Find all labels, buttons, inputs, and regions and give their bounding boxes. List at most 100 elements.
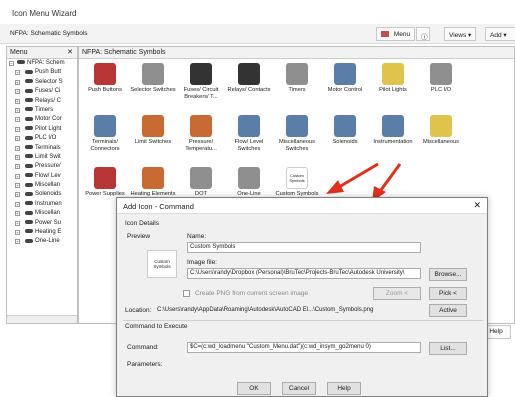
expand-icon[interactable]: + bbox=[15, 173, 20, 179]
gallery-item[interactable]: Motor Control bbox=[321, 63, 369, 113]
gallery-item[interactable]: Flow/ Level Switches bbox=[225, 115, 273, 165]
command-field[interactable]: $C=(c:wd_loadmenu "Custom_Menu.dat")(c:w… bbox=[187, 342, 421, 353]
help-dialog-button[interactable]: Help bbox=[327, 382, 361, 395]
horizontal-scrollbar[interactable] bbox=[7, 315, 77, 323]
gallery-item[interactable]: PLC I/O bbox=[417, 63, 465, 113]
tree-item[interactable]: + One-Line bbox=[7, 237, 77, 246]
tree-item[interactable]: + Push Butt bbox=[7, 68, 77, 77]
expand-icon[interactable]: + bbox=[15, 89, 20, 95]
symbol-icon bbox=[25, 126, 33, 131]
tree-item[interactable]: + Terminals bbox=[7, 144, 77, 153]
expand-icon[interactable]: − bbox=[9, 61, 14, 66]
tree-item[interactable]: + PLC I/O bbox=[7, 134, 77, 143]
symbol-icon bbox=[25, 238, 33, 243]
tree-item[interactable]: + Motor Cor bbox=[7, 115, 77, 124]
expand-icon[interactable]: + bbox=[15, 70, 20, 76]
gallery-item[interactable]: Pressure/ Temperatu... bbox=[177, 115, 225, 165]
gallery-item[interactable]: Fuses/ Circuit Breakers/ T... bbox=[177, 63, 225, 113]
gallery-item[interactable]: Relays/ Contacts bbox=[225, 63, 273, 113]
tree-item[interactable]: + Pressure/ bbox=[7, 162, 77, 171]
gallery-item[interactable]: Miscellaneous Switches bbox=[273, 115, 321, 165]
image-file-field[interactable]: C:\Users\randy\Dropbox (Personal)\BruTec… bbox=[187, 268, 421, 279]
tree-item[interactable]: + Pilot Light bbox=[7, 125, 77, 134]
expand-icon[interactable]: + bbox=[15, 183, 20, 189]
symbol-icon bbox=[382, 115, 404, 137]
active-button[interactable]: Active bbox=[429, 304, 467, 317]
icon-details-heading: Icon Details bbox=[125, 220, 159, 227]
info-button[interactable]: ⓘ bbox=[416, 27, 430, 41]
expand-icon[interactable]: + bbox=[15, 126, 20, 132]
zoom-button[interactable]: Zoom < bbox=[373, 287, 421, 300]
views-button[interactable]: Views ▾ bbox=[444, 27, 477, 41]
menu-icon bbox=[381, 31, 389, 38]
ok-button[interactable]: OK bbox=[237, 382, 271, 395]
expand-icon[interactable]: + bbox=[15, 117, 20, 123]
tree-item[interactable]: + Miscellan bbox=[7, 181, 77, 190]
gallery-item[interactable]: Timers bbox=[273, 63, 321, 113]
add-button[interactable]: Add ▾ bbox=[485, 27, 515, 41]
tree-item[interactable]: + Fuses/ Ci bbox=[7, 87, 77, 96]
symbol-icon bbox=[25, 107, 33, 112]
expand-icon[interactable]: + bbox=[15, 239, 20, 245]
tree-item[interactable]: + Solenoids bbox=[7, 190, 77, 199]
gallery-item-label: Timers bbox=[288, 87, 306, 93]
tree-item[interactable]: + Relays/ C bbox=[7, 97, 77, 106]
gallery-item[interactable]: Limit Switches bbox=[129, 115, 177, 165]
gallery-item-label: Miscellaneous bbox=[422, 139, 460, 145]
create-png-checkbox[interactable] bbox=[183, 290, 190, 297]
menu-panel-header: Menu ✕ bbox=[7, 47, 77, 59]
close-icon[interactable]: ✕ bbox=[473, 200, 481, 211]
symbol-icon bbox=[142, 167, 164, 189]
location-value: C:\Users\randy\AppData\Roaming\Autodesk\… bbox=[157, 307, 374, 313]
symbol-icon bbox=[286, 115, 308, 137]
gallery-item-label: Pilot Lights bbox=[379, 87, 407, 93]
expand-icon[interactable]: + bbox=[15, 230, 20, 236]
gallery-item[interactable]: Terminals/ Connectors bbox=[81, 115, 129, 165]
cancel-button[interactable]: Cancel bbox=[282, 382, 316, 395]
gallery-item[interactable]: Miscellaneous bbox=[417, 115, 465, 165]
browse-button[interactable]: Browse... bbox=[429, 268, 467, 281]
expand-icon[interactable]: + bbox=[15, 145, 20, 151]
tree-item[interactable]: + Miscellan bbox=[7, 209, 77, 218]
expand-icon[interactable]: + bbox=[15, 154, 20, 160]
symbol-icon bbox=[382, 63, 404, 85]
tree-item[interactable]: + Instrumen bbox=[7, 200, 77, 209]
tree-item[interactable]: + Selector S bbox=[7, 78, 77, 87]
gallery-item[interactable]: Pilot Lights bbox=[369, 63, 417, 113]
expand-icon[interactable]: + bbox=[15, 211, 20, 217]
expand-icon[interactable]: + bbox=[15, 107, 20, 113]
list-button[interactable]: List... bbox=[429, 342, 467, 355]
command-label: Command: bbox=[127, 344, 159, 351]
symbol-icon bbox=[238, 63, 260, 85]
tree-item[interactable]: + Power Su bbox=[7, 219, 77, 228]
symbol-icon bbox=[334, 63, 356, 85]
expand-icon[interactable]: + bbox=[15, 136, 20, 142]
symbol-icon bbox=[25, 191, 33, 196]
tree-item[interactable]: + Timers bbox=[7, 106, 77, 115]
tree-item[interactable]: + Heating E bbox=[7, 228, 77, 237]
gallery-item[interactable]: Push Buttons bbox=[81, 63, 129, 113]
symbol-icon bbox=[334, 115, 356, 137]
gallery-item-label: Instrumentation bbox=[373, 139, 413, 145]
menu-button[interactable]: Menu bbox=[376, 27, 416, 41]
expand-icon[interactable]: + bbox=[15, 79, 20, 85]
gallery-header: NFPA: Schematic Symbols bbox=[79, 47, 514, 59]
expand-icon[interactable]: + bbox=[15, 220, 20, 226]
name-field[interactable]: Custom Symbols bbox=[187, 242, 421, 253]
preview-label: Preview bbox=[127, 233, 151, 240]
symbol-icon bbox=[25, 201, 33, 206]
expand-icon[interactable]: + bbox=[15, 98, 20, 104]
symbol-icon bbox=[238, 167, 260, 189]
close-icon[interactable]: ✕ bbox=[67, 48, 73, 56]
location-label: Location: bbox=[125, 307, 152, 314]
tree-item[interactable]: + Flow/ Lev bbox=[7, 172, 77, 181]
expand-icon[interactable]: + bbox=[15, 192, 20, 198]
tree-item[interactable]: + Limit Swit bbox=[7, 153, 77, 162]
pick-button[interactable]: Pick < bbox=[429, 287, 467, 300]
expand-icon[interactable]: + bbox=[15, 201, 20, 207]
symbol-icon bbox=[238, 115, 260, 137]
gallery-item[interactable]: Selector Switches bbox=[129, 63, 177, 113]
expand-icon[interactable]: + bbox=[15, 164, 20, 170]
tree-root[interactable]: − NFPA: Schem bbox=[7, 59, 77, 68]
symbol-icon bbox=[17, 60, 25, 65]
